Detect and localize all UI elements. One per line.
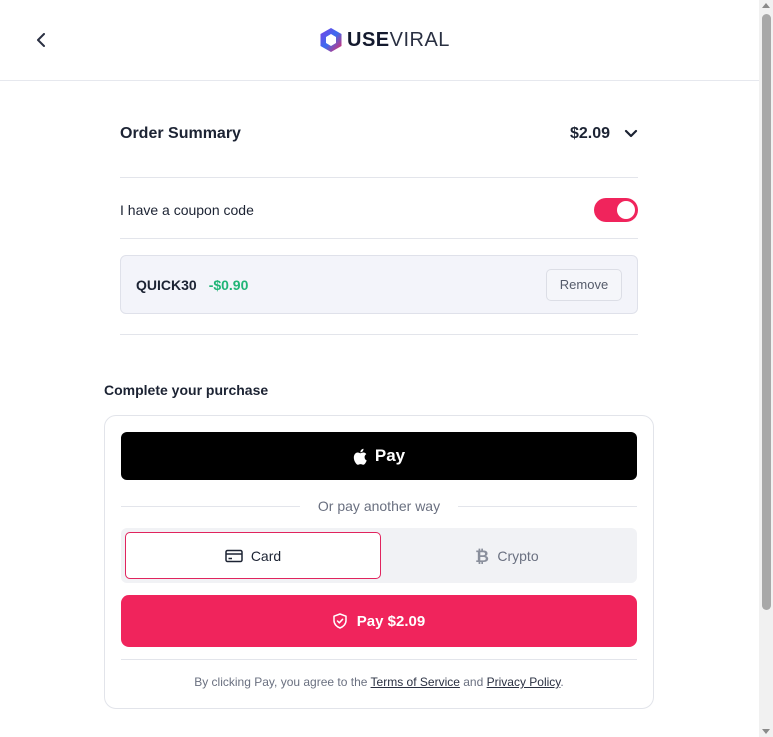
divider <box>120 177 638 178</box>
or-divider: Or pay another way <box>121 496 638 516</box>
or-line-left <box>121 505 300 507</box>
coupon-toggle-switch[interactable] <box>594 198 638 222</box>
useviral-logo[interactable]: USEVIRAL <box>319 27 450 53</box>
shield-check-icon <box>333 613 347 629</box>
legal-prefix: By clicking Pay, you agree to the <box>194 675 368 689</box>
legal-suffix: . <box>560 675 564 689</box>
coupon-toggle-row: I have a coupon code <box>120 192 638 228</box>
payment-card: Pay Or pay another way Card ₿ Crypto Pay… <box>104 415 654 709</box>
hexagon-logo-icon <box>320 28 342 52</box>
header: USEVIRAL <box>0 0 759 81</box>
or-divider-text: Or pay another way <box>317 498 441 514</box>
pay-button[interactable]: Pay $2.09 <box>121 595 637 647</box>
divider <box>121 659 637 660</box>
tab-crypto[interactable]: ₿ Crypto <box>381 532 633 579</box>
tab-crypto-label: Crypto <box>497 547 539 564</box>
apple-pay-label: Pay <box>374 446 406 465</box>
chevron-left-icon <box>37 33 45 47</box>
scroll-up-arrow-icon[interactable] <box>762 3 770 8</box>
or-line-right <box>458 505 638 507</box>
scrollbar-thumb[interactable] <box>762 14 771 610</box>
divider <box>120 238 638 239</box>
coupon-toggle-label: I have a coupon code <box>120 202 254 218</box>
tab-card[interactable]: Card <box>125 532 381 579</box>
page-scrollbar[interactable] <box>759 0 773 737</box>
payment-method-tabs: Card ₿ Crypto <box>121 528 637 583</box>
remove-coupon-button[interactable]: Remove <box>546 268 622 301</box>
back-button[interactable] <box>30 28 54 52</box>
toggle-knob <box>617 201 635 219</box>
order-total: $2.09 <box>569 125 610 142</box>
applied-coupon: QUICK30 -$0.90 Remove <box>120 255 638 314</box>
coupon-discount: -$0.90 <box>208 276 249 293</box>
coupon-code: QUICK30 <box>136 276 197 293</box>
pay-button-label: Pay $2.09 <box>356 612 426 630</box>
scroll-down-arrow-icon[interactable] <box>762 729 770 734</box>
section-title: Complete your purchase <box>104 382 269 398</box>
order-summary-toggle[interactable]: Order Summary $2.09 <box>120 110 638 158</box>
logo-text-bold: USE <box>347 28 390 51</box>
svg-text:₿: ₿ <box>475 547 489 565</box>
tab-card-label: Card <box>250 547 282 564</box>
credit-card-icon <box>225 549 243 562</box>
chevron-down-icon[interactable] <box>624 129 638 139</box>
apple-icon <box>353 448 367 465</box>
bitcoin-icon: ₿ <box>475 547 489 565</box>
logo-text-light: VIRAL <box>389 28 450 51</box>
apple-pay-button[interactable]: Pay <box>121 432 637 480</box>
divider <box>120 334 638 335</box>
privacy-policy-link[interactable]: Privacy Policy <box>487 675 561 689</box>
legal-and: and <box>463 675 484 689</box>
order-summary-title: Order Summary <box>120 125 241 142</box>
terms-of-service-link[interactable]: Terms of Service <box>371 675 460 689</box>
legal-text: By clicking Pay, you agree to the Terms … <box>121 675 637 689</box>
